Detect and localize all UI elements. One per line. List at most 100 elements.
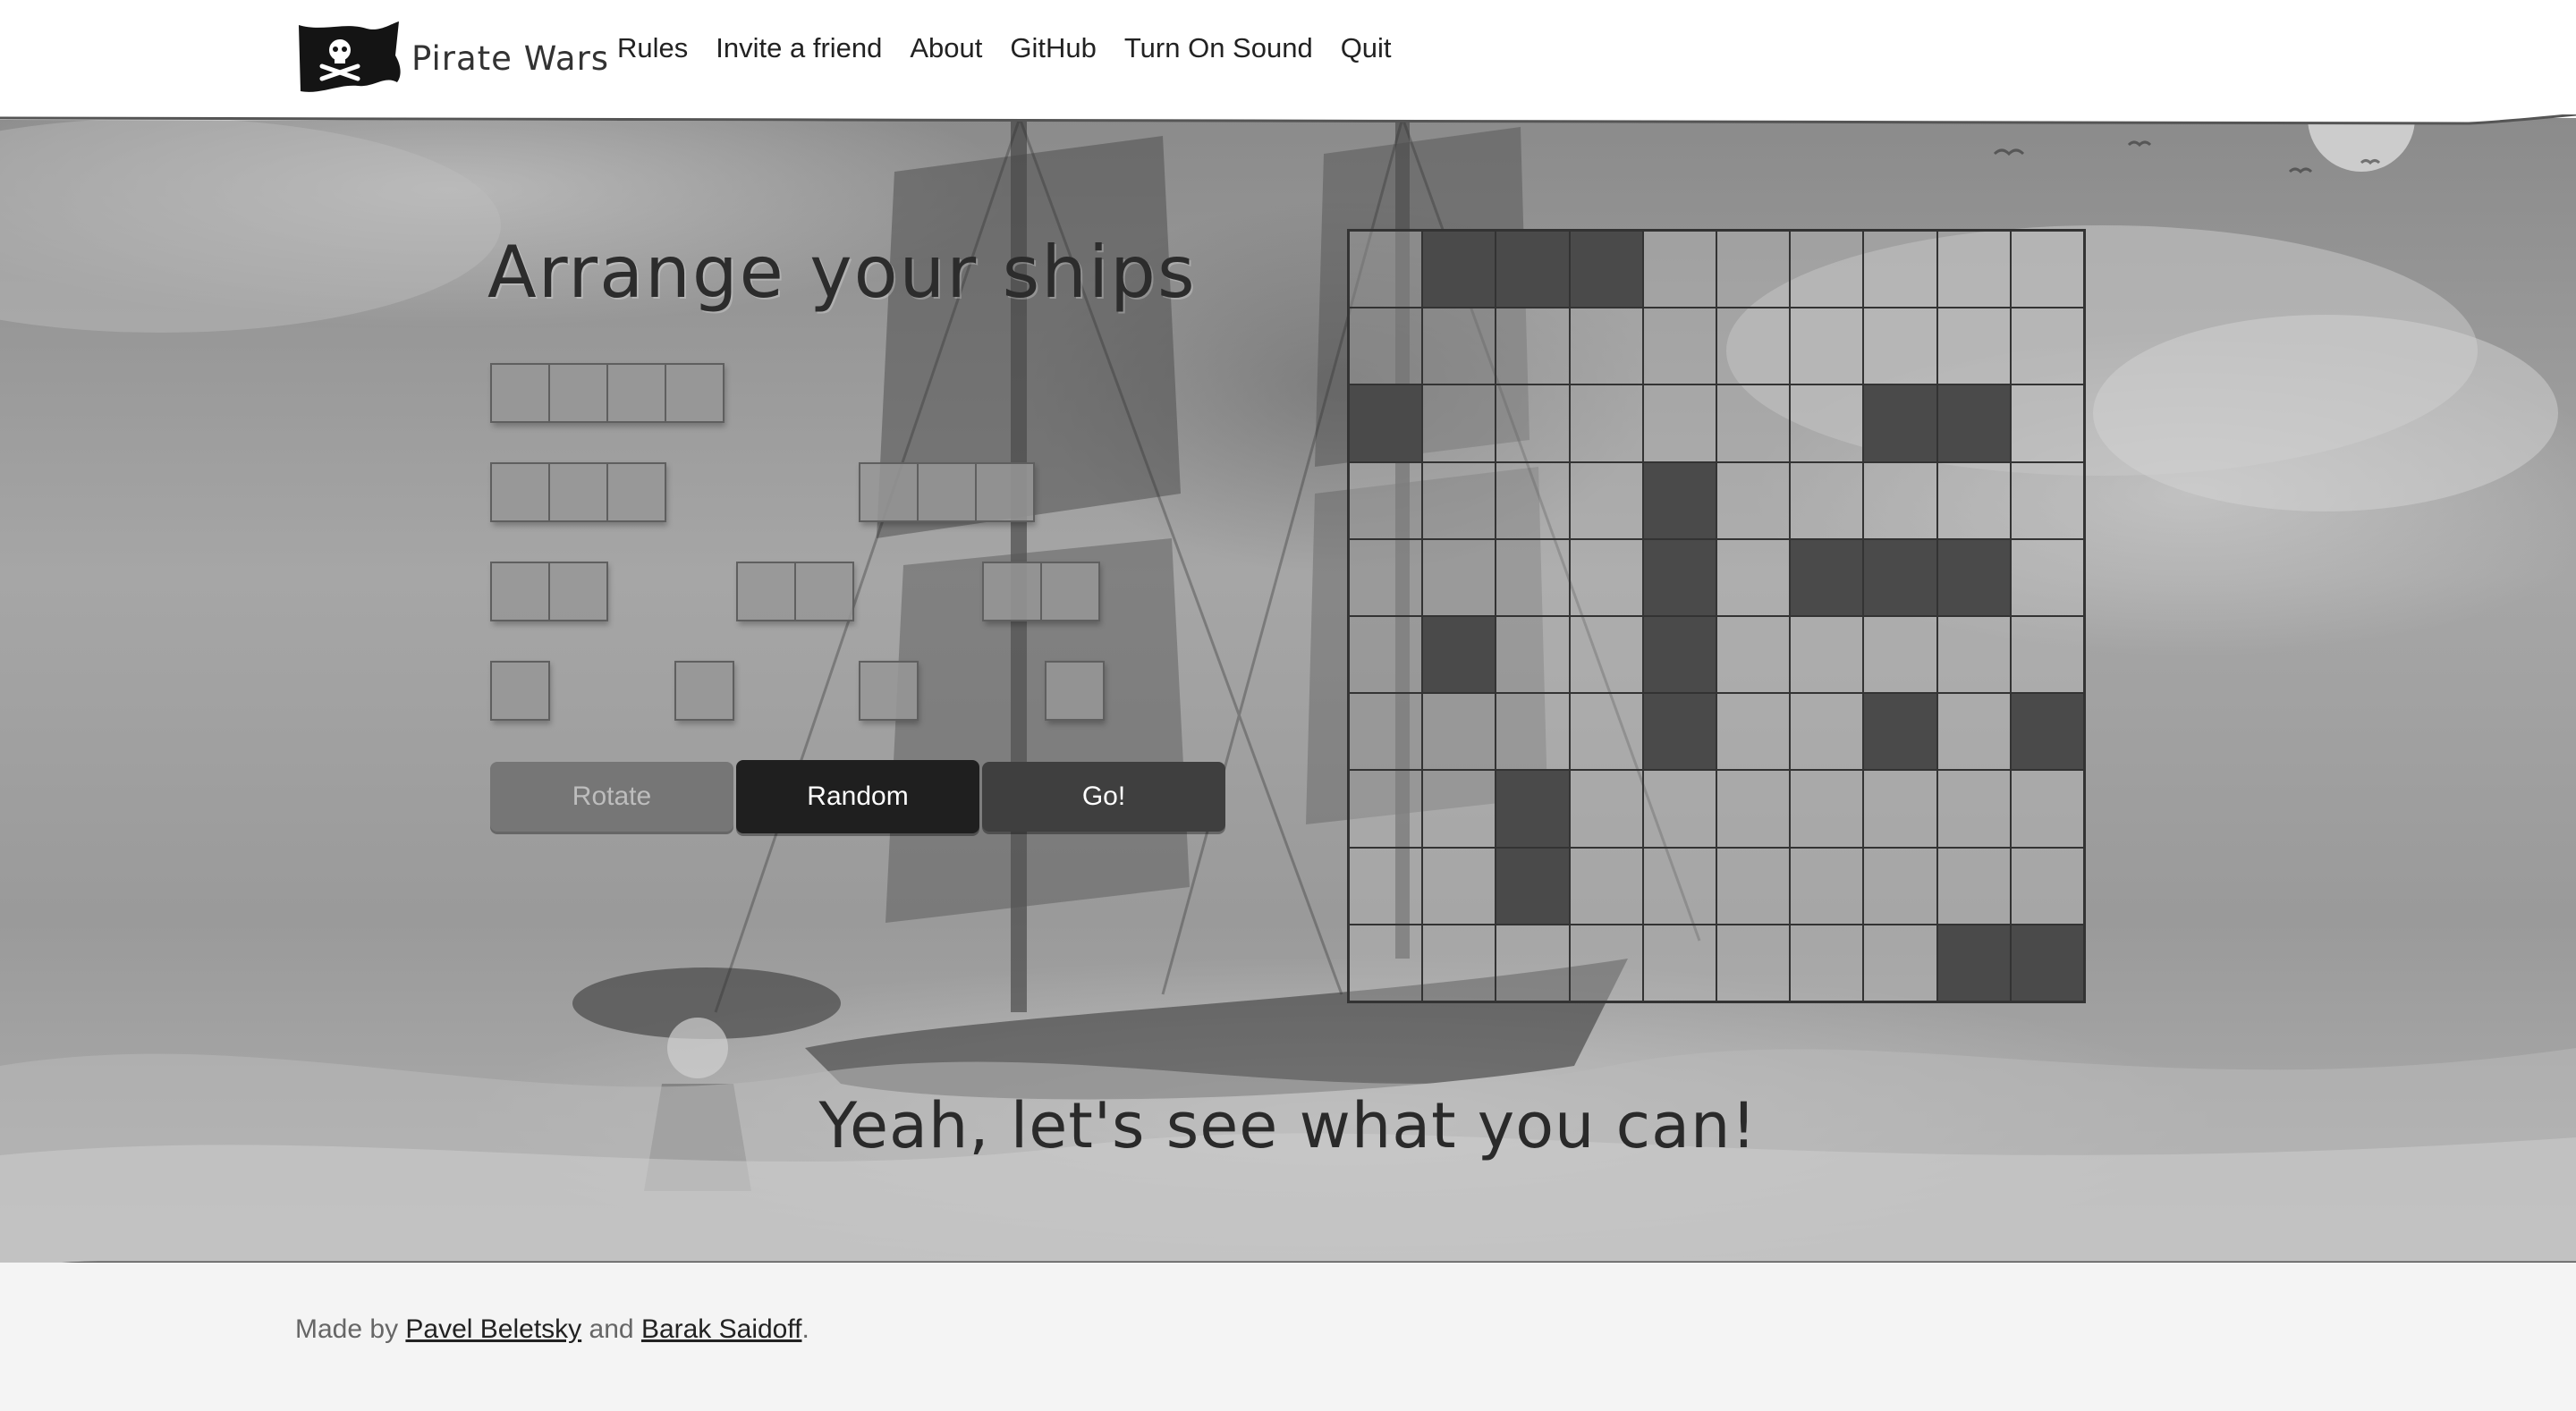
board-cell-water[interactable] xyxy=(1641,230,1717,309)
board-cell-water[interactable] xyxy=(1789,230,1865,309)
nav-invite-friend[interactable]: Invite a friend xyxy=(716,32,882,64)
board-cell-water[interactable] xyxy=(1421,923,1497,1002)
ship-submarine-1[interactable] xyxy=(490,661,550,721)
ship-submarine-3[interactable] xyxy=(859,661,919,721)
board-cell-water[interactable] xyxy=(1789,846,1865,925)
board-cell-ship[interactable] xyxy=(1641,614,1717,695)
board-cell-water[interactable] xyxy=(2009,846,2085,925)
board-cell-water[interactable] xyxy=(1715,307,1792,386)
board-cell-ship[interactable] xyxy=(1789,537,1865,617)
board-cell-water[interactable] xyxy=(1568,614,1644,695)
board-cell-water[interactable] xyxy=(1715,460,1792,540)
board-cell-water[interactable] xyxy=(1862,614,1938,695)
board-cell-water[interactable] xyxy=(1715,230,1792,309)
board-cell-water[interactable] xyxy=(1936,692,2012,772)
rotate-button[interactable]: Rotate xyxy=(490,762,733,832)
board-cell-water[interactable] xyxy=(1789,384,1865,463)
board-cell-water[interactable] xyxy=(1862,923,1938,1002)
board-cell-ship[interactable] xyxy=(2009,923,2085,1002)
board-cell-water[interactable] xyxy=(1495,614,1571,695)
go-button[interactable]: Go! xyxy=(982,762,1225,832)
board-cell-water[interactable] xyxy=(1715,923,1792,1002)
board-cell-water[interactable] xyxy=(1348,307,1424,386)
board-cell-ship[interactable] xyxy=(1421,614,1497,695)
board-cell-water[interactable] xyxy=(2009,537,2085,617)
board-cell-water[interactable] xyxy=(1715,537,1792,617)
board-cell-water[interactable] xyxy=(1495,923,1571,1002)
board-cell-water[interactable] xyxy=(1568,460,1644,540)
board-cell-water[interactable] xyxy=(1715,769,1792,849)
random-button[interactable]: Random xyxy=(736,760,979,833)
board-cell-water[interactable] xyxy=(1862,230,1938,309)
board-cell-water[interactable] xyxy=(1495,692,1571,772)
brand[interactable]: Pirate Wars xyxy=(295,20,609,97)
board-cell-water[interactable] xyxy=(1348,537,1424,617)
board-cell-water[interactable] xyxy=(1568,769,1644,849)
board-cell-water[interactable] xyxy=(1568,537,1644,617)
board-cell-water[interactable] xyxy=(1641,307,1717,386)
board-cell-water[interactable] xyxy=(1789,307,1865,386)
ship-destroyer-2[interactable] xyxy=(736,562,854,621)
board-cell-water[interactable] xyxy=(1936,614,2012,695)
board-cell-water[interactable] xyxy=(1348,460,1424,540)
author-link-barak[interactable]: Barak Saidoff xyxy=(641,1314,802,1344)
player-board[interactable] xyxy=(1347,229,2086,1003)
board-cell-water[interactable] xyxy=(1495,460,1571,540)
brand-name[interactable]: Pirate Wars xyxy=(411,39,609,78)
board-cell-water[interactable] xyxy=(1789,769,1865,849)
board-cell-ship[interactable] xyxy=(1495,846,1571,925)
board-cell-water[interactable] xyxy=(2009,460,2085,540)
board-cell-water[interactable] xyxy=(2009,384,2085,463)
board-cell-water[interactable] xyxy=(1568,923,1644,1002)
ship-cruiser-2[interactable] xyxy=(859,462,1035,522)
board-cell-water[interactable] xyxy=(1789,460,1865,540)
board-cell-ship[interactable] xyxy=(1862,692,1938,772)
board-cell-ship[interactable] xyxy=(1936,537,2012,617)
ship-cruiser-1[interactable] xyxy=(490,462,666,522)
board-cell-water[interactable] xyxy=(1421,846,1497,925)
board-cell-water[interactable] xyxy=(2009,230,2085,309)
board-cell-ship[interactable] xyxy=(1862,384,1938,463)
board-cell-water[interactable] xyxy=(1348,846,1424,925)
nav-turn-on-sound[interactable]: Turn On Sound xyxy=(1124,32,1313,64)
board-cell-ship[interactable] xyxy=(1641,692,1717,772)
board-cell-water[interactable] xyxy=(1862,307,1938,386)
board-cell-water[interactable] xyxy=(1421,692,1497,772)
board-cell-water[interactable] xyxy=(1421,307,1497,386)
nav-github[interactable]: GitHub xyxy=(1010,32,1096,64)
board-cell-water[interactable] xyxy=(1936,460,2012,540)
board-cell-water[interactable] xyxy=(1421,384,1497,463)
board-cell-water[interactable] xyxy=(1862,769,1938,849)
ship-submarine-2[interactable] xyxy=(674,661,734,721)
board-cell-water[interactable] xyxy=(1568,692,1644,772)
board-cell-water[interactable] xyxy=(1936,307,2012,386)
board-cell-ship[interactable] xyxy=(1641,460,1717,540)
board-cell-water[interactable] xyxy=(1495,384,1571,463)
board-cell-water[interactable] xyxy=(1348,230,1424,309)
board-cell-water[interactable] xyxy=(2009,769,2085,849)
board-cell-ship[interactable] xyxy=(1568,230,1644,309)
board-cell-ship[interactable] xyxy=(2009,692,2085,772)
board-cell-ship[interactable] xyxy=(1936,384,2012,463)
board-cell-water[interactable] xyxy=(1421,537,1497,617)
board-cell-water[interactable] xyxy=(1348,614,1424,695)
ship-destroyer-1[interactable] xyxy=(490,562,608,621)
ship-destroyer-3[interactable] xyxy=(982,562,1100,621)
board-cell-water[interactable] xyxy=(1789,614,1865,695)
board-cell-water[interactable] xyxy=(1936,769,2012,849)
ship-battleship[interactable] xyxy=(490,363,724,423)
board-cell-water[interactable] xyxy=(2009,307,2085,386)
board-cell-ship[interactable] xyxy=(1495,769,1571,849)
board-cell-water[interactable] xyxy=(1641,846,1717,925)
board-cell-water[interactable] xyxy=(1568,307,1644,386)
board-cell-water[interactable] xyxy=(1789,692,1865,772)
board-cell-water[interactable] xyxy=(1641,384,1717,463)
nav-rules[interactable]: Rules xyxy=(617,32,688,64)
board-cell-water[interactable] xyxy=(1495,537,1571,617)
board-cell-ship[interactable] xyxy=(1495,230,1571,309)
nav-about[interactable]: About xyxy=(910,32,982,64)
board-cell-ship[interactable] xyxy=(1348,384,1424,463)
board-cell-water[interactable] xyxy=(1421,769,1497,849)
author-link-pavel[interactable]: Pavel Beletsky xyxy=(405,1314,581,1344)
board-cell-ship[interactable] xyxy=(1936,923,2012,1002)
